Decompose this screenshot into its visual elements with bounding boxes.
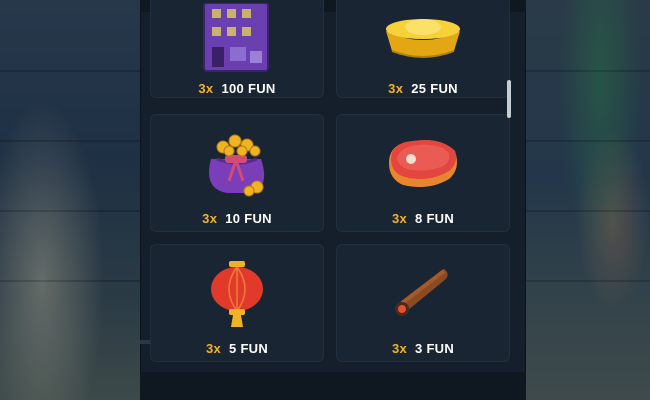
payout-value: 10 FUN	[225, 211, 272, 226]
multiplier-label: 3x	[388, 81, 404, 96]
coin-bag-symbol-icon	[209, 134, 265, 197]
payout-line-coin-bag: 3x 10 FUN	[151, 211, 323, 226]
payout-line-lantern: 3x 5 FUN	[151, 341, 323, 356]
payout-value: 8 FUN	[415, 211, 455, 226]
multiplier-label: 3x	[391, 211, 407, 226]
payout-value: 5 FUN	[229, 341, 269, 356]
payout-value: 100 FUN	[221, 81, 276, 96]
paytable-scrollbar[interactable]	[507, 80, 511, 118]
paytable-cell-gold-ingots: 3x 25 FUN	[336, 0, 510, 98]
building-symbol-icon	[203, 3, 269, 72]
paytable-cell-cigar: 3x 3 FUN	[336, 244, 510, 362]
cigar-symbol-icon	[395, 269, 448, 316]
game-background-left	[0, 0, 140, 400]
payout-value: 25 FUN	[411, 81, 458, 96]
multiplier-label: 3x	[198, 81, 214, 96]
lantern-symbol-icon	[211, 261, 263, 327]
payout-line-building: 3x 100 FUN	[151, 81, 323, 96]
panel-bottom-edge	[140, 372, 526, 400]
paytable-cell-lantern: 3x 5 FUN	[150, 244, 324, 362]
paytable-panel[interactable]: 3x 100 FUN 3x 25 FUN 3x 10 FUN 3x 8 FUN …	[140, 0, 526, 400]
paytable-cell-building: 3x 100 FUN	[150, 0, 324, 98]
payout-line-steak: 3x 8 FUN	[337, 211, 509, 226]
steak-symbol-icon	[389, 140, 457, 187]
payout-value: 3 FUN	[415, 341, 455, 356]
gold-ingot-symbol-icon	[386, 3, 460, 58]
paytable-cell-steak: 3x 8 FUN	[336, 114, 510, 232]
multiplier-label: 3x	[391, 341, 407, 356]
paytable-cell-coin-bag: 3x 10 FUN	[150, 114, 324, 232]
payout-line-cigar: 3x 3 FUN	[337, 341, 509, 356]
payout-line-gold-ingots: 3x 25 FUN	[337, 81, 509, 96]
game-background-right	[526, 0, 650, 400]
multiplier-label: 3x	[205, 341, 221, 356]
multiplier-label: 3x	[202, 211, 218, 226]
